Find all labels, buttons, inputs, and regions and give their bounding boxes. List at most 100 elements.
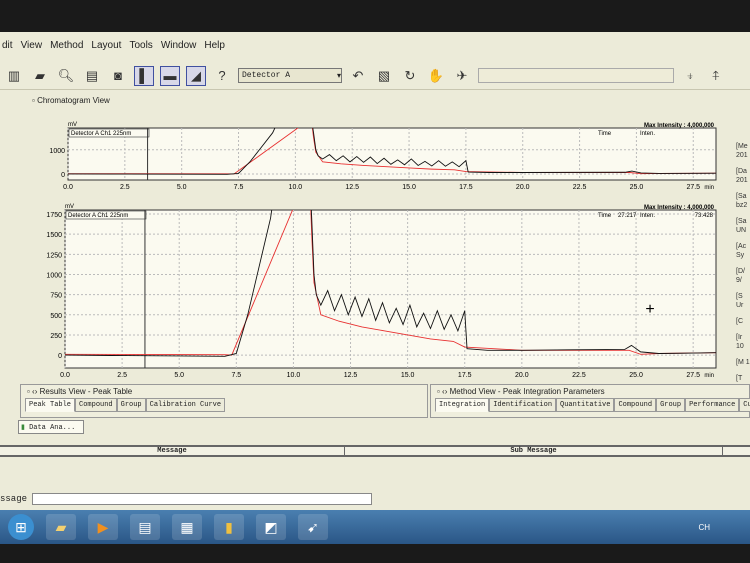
- time-label: Time: [598, 213, 612, 219]
- y-tick-label: 1000: [46, 272, 62, 279]
- start-button[interactable]: ⊞: [8, 514, 34, 540]
- message-input[interactable]: [32, 493, 372, 505]
- info-item: [Me 201: [736, 143, 748, 159]
- x-tick-label: 10.0: [287, 372, 301, 379]
- results-tabs: Peak Table Compound Group Calibration Cu…: [25, 398, 427, 412]
- info-item: [T: [736, 375, 743, 382]
- info-item: [Sa bz2: [736, 193, 748, 209]
- info-item: [Ir 10: [736, 334, 744, 350]
- y-tick-label: 1250: [46, 252, 62, 259]
- time-value: 27.217: [618, 213, 637, 219]
- info-item: [D/ 9/: [736, 268, 745, 284]
- intensity-value: 73.428: [695, 213, 714, 219]
- x-tick-label: 20.0: [516, 184, 530, 191]
- tab-identification[interactable]: Identification: [489, 398, 557, 412]
- info-item: [C: [736, 318, 743, 325]
- message-label: ssage: [0, 494, 28, 504]
- tab-compound[interactable]: Compound: [614, 398, 657, 412]
- document-tab-label: Data Ana...: [29, 424, 76, 432]
- y-tick-label: 1750: [46, 212, 62, 219]
- x-tick-label: 7.5: [231, 372, 241, 379]
- x-tick-label: 2.5: [117, 372, 127, 379]
- x-tick-label: 12.5: [345, 184, 359, 191]
- legend-label: Detector A Ch1 225nm: [71, 131, 131, 137]
- tab-performance[interactable]: Performance: [685, 398, 740, 412]
- info-item: [Ac Sy: [736, 243, 747, 259]
- y-axis-label: mV: [68, 122, 77, 128]
- taskbar: ⊞ ▰ ▶ ▤ ▦ ▮ ◩ ➹ CH: [0, 510, 750, 544]
- info-item: [Da 201: [736, 168, 748, 184]
- x-tick-label: 0.0: [63, 184, 73, 191]
- tab-quantitative[interactable]: Quantitative: [556, 398, 615, 412]
- method-view-title: ▫ ‹› Method View - Peak Integration Para…: [437, 387, 605, 396]
- x-tick-label: 5.0: [177, 184, 187, 191]
- column-sub-message[interactable]: Sub Message: [345, 447, 723, 455]
- x-tick-label: 20.0: [515, 372, 529, 379]
- time-label: Time: [598, 131, 612, 137]
- info-item: [M 1: [736, 359, 750, 366]
- application-window: dit View Method Layout Tools Window Help…: [0, 32, 750, 510]
- app-icon[interactable]: ➹: [298, 514, 328, 540]
- max-intensity-label: Max Intensity : 4,000,000: [644, 123, 715, 129]
- document-icon: ▮: [21, 424, 25, 432]
- x-tick-label: 22.5: [572, 372, 586, 379]
- y-tick-label: 0: [58, 353, 62, 360]
- info-item: [Sa UN: [736, 218, 747, 234]
- explorer-icon[interactable]: ▰: [46, 514, 76, 540]
- tab-compound[interactable]: Compound: [75, 398, 117, 412]
- x-axis-label: min: [704, 373, 714, 379]
- method-tabs: Integration Identification Quantitative …: [435, 398, 750, 412]
- y-tick-label: 500: [50, 313, 62, 320]
- message-table-header: Message Sub Message: [0, 445, 750, 457]
- x-tick-label: 5.0: [174, 372, 184, 379]
- x-tick-label: 2.5: [120, 184, 130, 191]
- document-tab-data-analysis[interactable]: ▮ Data Ana...: [18, 420, 84, 434]
- x-tick-label: 15.0: [402, 184, 416, 191]
- info-panel: [Me 201 [Da 201 [Sa bz2 [Sa UN [Ac Sy [D…: [736, 142, 750, 390]
- x-tick-label: 27.5: [686, 372, 700, 379]
- app-icon[interactable]: ◩: [256, 514, 286, 540]
- legend-label: Detector A Ch1 225nm: [68, 213, 128, 219]
- max-intensity-label: Max Intensity : 4,000,000: [644, 205, 715, 211]
- y-axis-label: mV: [65, 204, 74, 210]
- x-axis-label: min: [704, 185, 714, 191]
- app-icon[interactable]: ▤: [130, 514, 160, 540]
- tab-integration[interactable]: Integration: [435, 398, 490, 412]
- column-message[interactable]: Message: [0, 447, 345, 455]
- intensity-label: Inten.: [640, 131, 655, 137]
- y-tick-label: 250: [50, 333, 62, 340]
- method-view-title-text: Method View - Peak Integration Parameter…: [449, 387, 605, 396]
- results-view-title-text: Results View - Peak Table: [39, 387, 133, 396]
- x-tick-label: 15.0: [401, 372, 415, 379]
- x-tick-label: 10.0: [289, 184, 303, 191]
- chart-app-icon[interactable]: ▮: [214, 514, 244, 540]
- x-tick-label: 17.5: [458, 372, 472, 379]
- x-tick-label: 7.5: [234, 184, 244, 191]
- media-player-icon[interactable]: ▶: [88, 514, 118, 540]
- language-indicator[interactable]: CH: [698, 523, 710, 532]
- results-view-title: ▫ ‹› Results View - Peak Table: [27, 387, 133, 396]
- x-tick-label: 25.0: [629, 372, 643, 379]
- x-tick-label: 25.0: [630, 184, 644, 191]
- x-tick-label: 17.5: [459, 184, 473, 191]
- results-view-panel: ▫ ‹› Results View - Peak Table Peak Tabl…: [20, 384, 428, 418]
- x-tick-label: 22.5: [573, 184, 587, 191]
- x-tick-label: 12.5: [344, 372, 358, 379]
- app-icon[interactable]: ▦: [172, 514, 202, 540]
- x-tick-label: 27.5: [686, 184, 700, 191]
- intensity-label: Inten.: [640, 213, 655, 219]
- info-item: [S Ur: [736, 293, 744, 309]
- x-tick-label: 0.0: [60, 372, 70, 379]
- tab-calibration-curve[interactable]: Calibration Curve: [145, 398, 226, 412]
- crosshair-cursor: +: [645, 301, 654, 318]
- tab-peak-table[interactable]: Peak Table: [25, 398, 76, 412]
- y-tick-label: 1500: [46, 232, 62, 239]
- y-tick-label: 1000: [49, 148, 65, 155]
- y-tick-label: 750: [50, 293, 62, 300]
- tab-custom[interactable]: Custo: [739, 398, 750, 412]
- y-tick-label: 0: [61, 172, 65, 179]
- chromatogram-chart[interactable]: 0.0 2.5 5.0 7.5 10.0 12.5 15.0 17.5 20.0 22.5 25.0…: [0, 32, 735, 382]
- method-view-panel: ▫ ‹› Method View - Peak Integration Para…: [430, 384, 750, 418]
- tab-group[interactable]: Group: [116, 398, 146, 412]
- tab-group[interactable]: Group: [656, 398, 686, 412]
